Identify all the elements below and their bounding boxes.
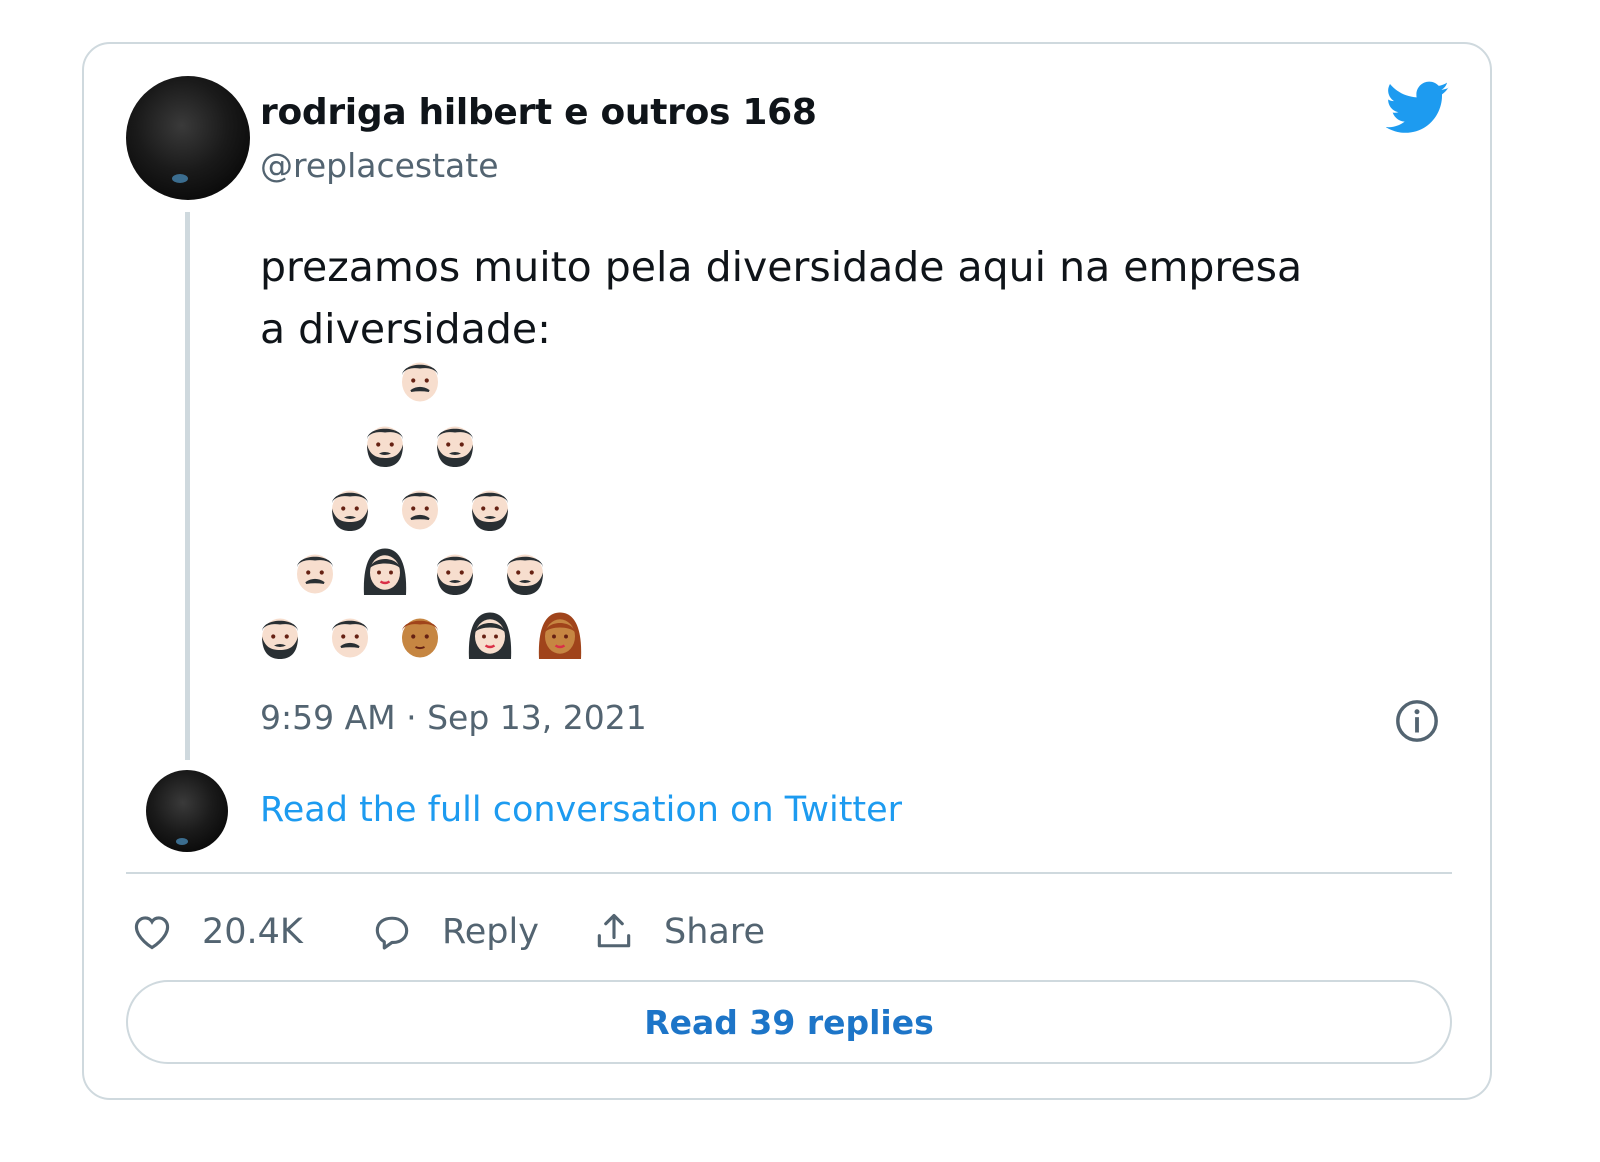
man-beard-emoji [253, 608, 307, 662]
author-avatar[interactable] [126, 76, 250, 200]
author-handle[interactable]: @replacestate [260, 146, 499, 185]
man-beard-emoji [498, 544, 552, 598]
tweet-card: rodriga hilbert e outros 168 @replacesta… [82, 42, 1492, 1100]
read-full-conversation-link[interactable]: Read the full conversation on Twitter [260, 790, 902, 830]
info-icon[interactable] [1394, 698, 1440, 744]
share-upload-icon [597, 913, 631, 948]
man-mustache-emoji [323, 608, 377, 662]
man-mustache-emoji [288, 544, 342, 598]
man-mustache-emoji [393, 352, 447, 406]
man-beard-emoji [323, 480, 377, 534]
tweet-timestamp[interactable]: 9:59 AM · Sep 13, 2021 [260, 698, 647, 737]
author-name[interactable]: rodriga hilbert e outros 168 [260, 92, 817, 133]
emoji-pyramid [260, 352, 620, 682]
speech-bubble-icon [375, 916, 409, 950]
share-button[interactable]: Share [592, 904, 765, 960]
share-label: Share [664, 912, 766, 952]
reply-label: Reply [442, 912, 539, 952]
like-count: 20.4K [202, 912, 303, 952]
twitter-bird-icon[interactable] [1386, 80, 1450, 136]
avatar-eye [172, 174, 188, 183]
woman-emoji [358, 544, 412, 598]
man-mustache-emoji [393, 480, 447, 534]
woman-brown-emoji [533, 608, 587, 662]
avatar-eye [176, 838, 188, 845]
man-beard-emoji [463, 480, 517, 534]
thread-line [185, 212, 190, 760]
tweet-text-line-1: prezamos muito pela diversidade aqui na … [260, 243, 1303, 291]
viewer-avatar[interactable] [146, 770, 228, 852]
divider [126, 872, 1452, 874]
like-button[interactable]: 20.4K [130, 904, 303, 960]
man-beard-emoji [428, 416, 482, 470]
man-beard-emoji [428, 544, 482, 598]
man-brown-emoji [393, 608, 447, 662]
woman-emoji [463, 608, 517, 662]
reply-button[interactable]: Reply [370, 904, 539, 960]
tweet-text-line-2: a diversidade: [260, 305, 551, 353]
heart-icon [134, 916, 170, 950]
man-beard-emoji [358, 416, 412, 470]
read-replies-button[interactable]: Read 39 replies [126, 980, 1452, 1064]
tweet-text: prezamos muito pela diversidade aqui na … [260, 236, 1302, 360]
